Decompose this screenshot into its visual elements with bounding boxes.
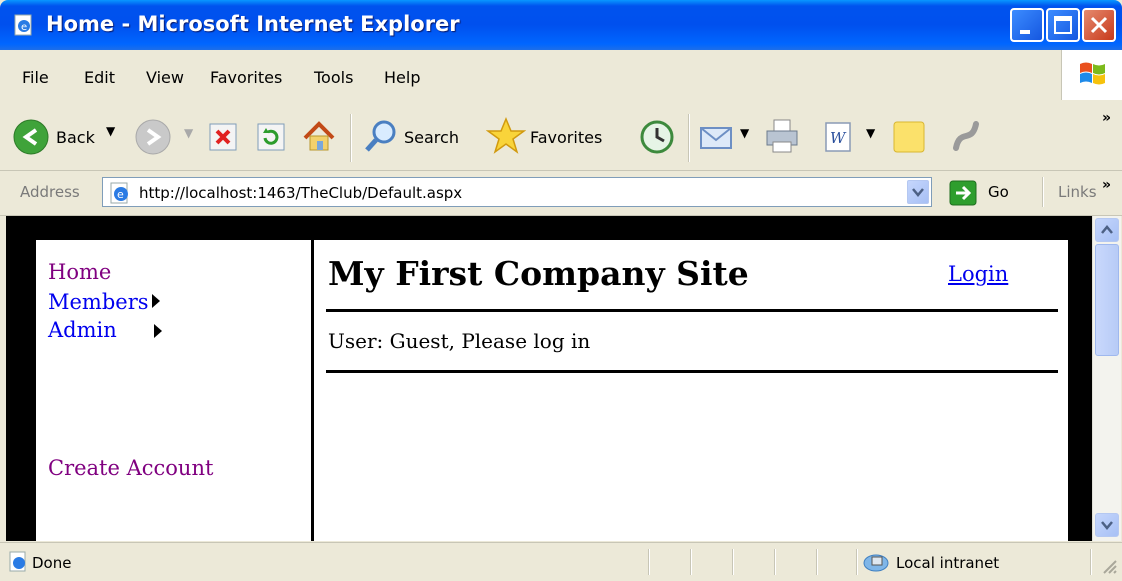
search-label[interactable]: Search <box>404 128 459 147</box>
nav-home-link[interactable]: Home <box>48 260 111 284</box>
user-status-text: User: Guest, Please log in <box>328 329 591 353</box>
address-input[interactable]: e http://localhost:1463/TheClub/Default.… <box>102 177 932 207</box>
scroll-thumb[interactable] <box>1095 244 1119 356</box>
chevron-down-icon <box>912 188 924 197</box>
discuss-note-icon[interactable] <box>890 118 928 156</box>
toolbar-separator <box>688 114 690 162</box>
content-divider <box>326 370 1058 373</box>
go-arrow-icon[interactable] <box>948 179 978 207</box>
nav-admin-link[interactable]: Admin <box>48 318 117 342</box>
windows-flag-icon <box>1080 62 1105 85</box>
menu-view[interactable]: View <box>146 68 184 87</box>
menu-edit[interactable]: Edit <box>84 68 115 87</box>
status-separator <box>816 549 818 575</box>
menu-file[interactable]: File <box>22 68 49 87</box>
admin-submenu-arrow-icon[interactable] <box>154 324 162 338</box>
address-label: Address <box>20 183 80 201</box>
history-icon[interactable] <box>638 118 676 156</box>
intranet-zone-icon <box>863 554 889 572</box>
forward-arrow-icon[interactable] <box>134 118 172 156</box>
scroll-down-button[interactable] <box>1095 513 1119 537</box>
address-separator <box>1042 177 1044 207</box>
site-title: My First Company Site <box>328 254 749 293</box>
chevron-up-icon <box>1101 225 1113 234</box>
ie-page-icon <box>9 551 26 572</box>
scroll-up-button[interactable] <box>1095 218 1119 242</box>
messenger-icon[interactable] <box>946 118 984 156</box>
status-separator <box>774 549 776 575</box>
create-account-link[interactable]: Create Account <box>48 456 213 480</box>
ie-page-icon: e <box>110 182 128 204</box>
members-submenu-arrow-icon[interactable] <box>152 294 160 308</box>
back-label[interactable]: Back <box>56 128 95 147</box>
favorites-star-icon[interactable] <box>486 116 526 156</box>
standard-toolbar: Back ▼ ▼ Search Favorites ▼ W ▼ » <box>0 104 1122 171</box>
back-dropdown-icon[interactable]: ▼ <box>106 124 115 138</box>
chevron-down-icon <box>1101 521 1113 530</box>
status-text: Done <box>32 554 72 572</box>
left-navigation: Home Members Admin Create Account <box>36 240 314 541</box>
toolbar-separator <box>350 114 352 162</box>
status-separator <box>690 549 692 575</box>
browser-window: e Home - Microsoft Internet Explorer Fil… <box>0 0 1122 581</box>
vertical-scrollbar[interactable] <box>1092 216 1121 541</box>
security-zone-text: Local intranet <box>896 554 1000 572</box>
page-viewport: Home Members Admin Create Account My Fir… <box>6 216 1092 541</box>
address-dropdown-button[interactable] <box>907 180 929 204</box>
status-separator <box>732 549 734 575</box>
status-separator <box>648 549 650 575</box>
status-bar: Done Local intranet <box>0 542 1122 581</box>
mail-dropdown-icon[interactable]: ▼ <box>740 126 749 140</box>
menu-tools[interactable]: Tools <box>314 68 353 87</box>
web-page: Home Members Admin Create Account My Fir… <box>36 240 1068 541</box>
ie-page-icon: e <box>14 14 32 36</box>
svg-text:e: e <box>21 22 27 33</box>
print-icon[interactable] <box>762 116 802 156</box>
header-divider <box>326 309 1058 312</box>
address-url[interactable]: http://localhost:1463/TheClub/Default.as… <box>139 184 462 202</box>
close-button[interactable] <box>1082 8 1116 42</box>
back-arrow-icon[interactable] <box>12 118 50 156</box>
toolbar-overflow-icon[interactable]: » <box>1102 110 1111 126</box>
go-button[interactable]: Go <box>988 183 1009 201</box>
nav-members-link[interactable]: Members <box>48 290 149 314</box>
status-separator <box>1090 549 1092 575</box>
home-icon[interactable] <box>300 118 338 156</box>
stop-icon[interactable] <box>208 122 238 152</box>
window-title: Home - Microsoft Internet Explorer <box>46 12 460 36</box>
menu-bar: File Edit View Favorites Tools Help <box>0 50 1122 105</box>
search-icon[interactable] <box>362 118 398 156</box>
login-link[interactable]: Login <box>948 262 1008 286</box>
links-overflow-icon[interactable]: » <box>1102 177 1111 193</box>
edit-dropdown-icon[interactable]: ▼ <box>866 126 875 140</box>
svg-text:W: W <box>830 129 847 147</box>
refresh-icon[interactable] <box>256 122 286 152</box>
title-bar[interactable]: e Home - Microsoft Internet Explorer <box>0 0 1122 50</box>
forward-dropdown-icon[interactable]: ▼ <box>184 126 193 140</box>
resize-grip-icon[interactable] <box>1100 557 1118 575</box>
status-separator <box>856 549 858 575</box>
menu-favorites[interactable]: Favorites <box>210 68 282 87</box>
mail-icon[interactable] <box>698 118 738 156</box>
svg-text:e: e <box>117 188 124 201</box>
maximize-button[interactable] <box>1046 8 1080 42</box>
address-bar: Address e http://localhost:1463/TheClub/… <box>0 171 1122 216</box>
menu-help[interactable]: Help <box>384 68 420 87</box>
word-edit-icon[interactable]: W <box>822 120 854 154</box>
windows-logo-throbber <box>1061 50 1122 100</box>
favorites-label[interactable]: Favorites <box>530 128 602 147</box>
minimize-button[interactable] <box>1010 8 1044 42</box>
links-button[interactable]: Links <box>1058 183 1097 201</box>
